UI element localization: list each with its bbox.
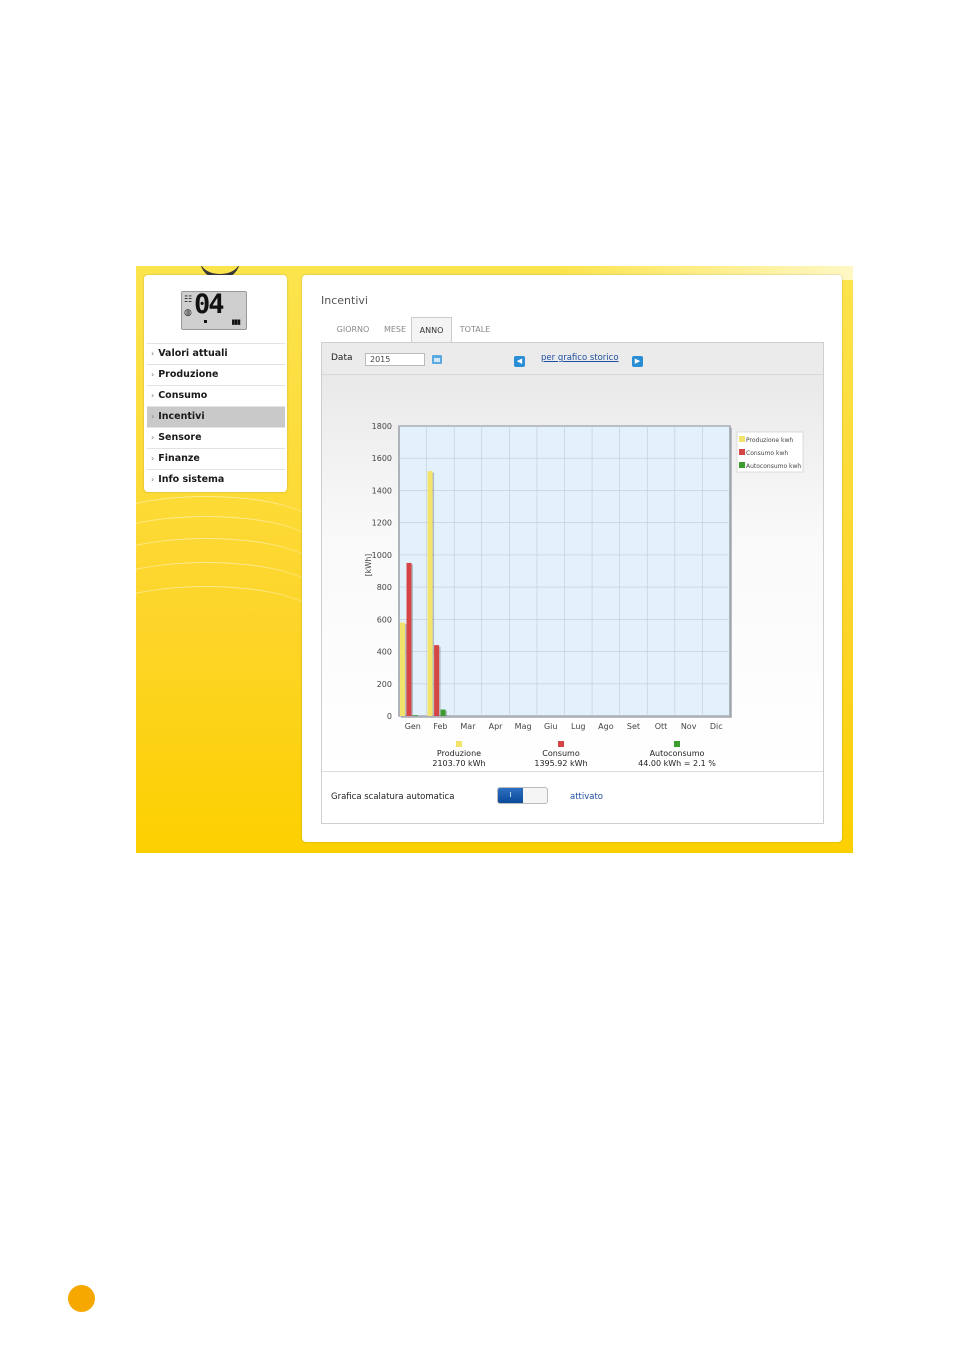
sidebar-item-produzione[interactable]: › Produzione (147, 364, 285, 385)
display-status-icon: ☷ (184, 295, 193, 305)
y-tick-label: 1800 (372, 422, 392, 431)
auto-scale-label: Grafica scalatura automatica (331, 792, 455, 802)
y-tick-label: 600 (377, 615, 392, 624)
auto-scale-status: attivato (570, 792, 604, 802)
date-toolbar: Data ◀ per grafico storico ▶ (322, 343, 823, 375)
y-tick-label: 0 (387, 712, 392, 721)
summary-value: 44.00 kWh = 2.1 % (638, 759, 716, 768)
signal-bars-icon: ▮▮▮ (231, 318, 241, 326)
tab-giorno[interactable]: GIORNO (327, 317, 379, 342)
chart-summary: Produzione 2103.70 kWh Consumo 1395.92 k… (322, 741, 823, 771)
summary-name: Autoconsumo (649, 749, 705, 758)
chart-area: 0 200 400 600 800 1000 1200 1400 1600 1800 Gen Feb M… (322, 375, 823, 771)
tab-anno[interactable]: ANNO (411, 317, 452, 342)
chevron-right-icon: › (151, 433, 155, 442)
y-tick-label: 200 (377, 680, 392, 689)
x-tick-label: Dic (710, 722, 723, 731)
bar (400, 622, 405, 716)
sidebar-item-sensore[interactable]: › Sensore (147, 427, 285, 448)
page-title: Incentivi (321, 294, 368, 307)
x-tick-label: Lug (571, 722, 585, 731)
summary-name: Consumo (542, 749, 580, 758)
sidebar-item-label: Finanze (158, 453, 200, 464)
legend-swatch (739, 449, 745, 455)
sidebar: ☷ ◍ 04 ▮▮▮ › Valori attuali › Produzione ›… (144, 275, 287, 492)
display-dot (204, 320, 207, 323)
chevron-right-icon: › (151, 370, 155, 379)
chevron-right-icon: › (151, 391, 155, 400)
x-tick-label: Set (627, 722, 640, 731)
divider (322, 771, 823, 772)
tab-totale[interactable]: TOTALE (452, 317, 498, 342)
y-tick-label: 1200 (372, 519, 392, 528)
sidebar-item-label: Info sistema (158, 474, 225, 485)
date-label: Data (331, 353, 353, 363)
sidebar-item-finanze[interactable]: › Finanze (147, 448, 285, 469)
chevron-right-icon: › (151, 475, 155, 484)
sidebar-item-incentivi[interactable]: › Incentivi (147, 406, 285, 427)
tab-mese[interactable]: MESE (379, 317, 411, 342)
x-tick-label: Mar (460, 722, 476, 731)
display-digits: 04 (194, 289, 224, 320)
page-marker (68, 1285, 95, 1312)
bar (427, 471, 433, 716)
sidebar-item-label: Produzione (158, 369, 219, 380)
sidebar-item-label: Sensore (158, 432, 202, 443)
x-tick-label: Ago (598, 722, 614, 731)
legend-swatch (739, 436, 745, 442)
legend-swatch (674, 741, 680, 747)
x-tick-label: Mag (515, 722, 532, 731)
x-tick-label: Apr (489, 722, 504, 731)
legend-label: Produzione kwh (746, 437, 793, 444)
summary-value: 1395.92 kWh (534, 759, 588, 768)
main-panel: Incentivi GIORNO MESE ANNO TOTALE Data ◀… (302, 275, 842, 842)
legend-swatch (456, 741, 462, 747)
x-tick-label: Feb (433, 722, 447, 731)
sidebar-item-info-sistema[interactable]: › Info sistema (147, 469, 285, 490)
bar (406, 562, 412, 716)
toggle-on-state: I (498, 788, 523, 803)
tab-bar: GIORNO MESE ANNO TOTALE (321, 317, 824, 342)
bar (413, 715, 418, 716)
bar-chart: 0 200 400 600 800 1000 1200 1400 1600 1800 Gen Feb M… (364, 422, 804, 731)
chevron-right-icon: › (151, 412, 155, 421)
sidebar-item-valori-attuali[interactable]: › Valori attuali (147, 343, 285, 364)
x-tick-label: Giu (544, 722, 558, 731)
bar (434, 645, 440, 716)
legend-label: Consumo kwh (746, 450, 788, 457)
x-tick-label: Ott (655, 722, 668, 731)
bar (440, 709, 446, 716)
sidebar-item-label: Valori attuali (158, 348, 228, 359)
legend-label: Autoconsumo kwh (746, 463, 801, 470)
chart-panel: Data ◀ per grafico storico ▶ 0 200 400 600 8… (321, 342, 824, 824)
chevron-right-icon: › (151, 349, 155, 358)
arrow-left-icon[interactable]: ◀ (514, 356, 525, 367)
y-tick-label: 1400 (372, 486, 392, 495)
chevron-right-icon: › (151, 454, 155, 463)
auto-scale-toggle[interactable]: I (497, 787, 548, 804)
y-tick-label: 400 (377, 648, 392, 657)
x-tick-label: Gen (405, 722, 421, 731)
sidebar-item-consumo[interactable]: › Consumo (147, 385, 285, 406)
sidebar-item-label: Incentivi (158, 411, 205, 422)
device-display: ☷ ◍ 04 ▮▮▮ (181, 289, 247, 330)
arrow-right-icon[interactable]: ▶ (632, 356, 643, 367)
y-tick-label: 800 (377, 583, 392, 592)
history-chart-link[interactable]: per grafico storico (541, 353, 619, 363)
sidebar-nav: › Valori attuali › Produzione › Consumo › In… (147, 343, 285, 490)
app-window: ☷ ◍ 04 ▮▮▮ › Valori attuali › Produzione ›… (136, 266, 853, 853)
summary-consumo: Consumo 1395.92 kWh (496, 741, 626, 769)
globe-icon: ◍ (184, 308, 192, 318)
legend-swatch (558, 741, 564, 747)
legend-swatch (739, 462, 745, 468)
calendar-icon[interactable] (432, 355, 442, 364)
summary-autoconsumo: Autoconsumo 44.00 kWh = 2.1 % (612, 741, 742, 769)
x-tick-label: Nov (681, 722, 697, 731)
y-tick-label: 1600 (372, 454, 392, 463)
sidebar-item-label: Consumo (158, 390, 208, 401)
y-tick-label: 1000 (372, 551, 392, 560)
y-axis-label: [kWh] (364, 554, 373, 576)
date-input[interactable] (365, 353, 425, 366)
